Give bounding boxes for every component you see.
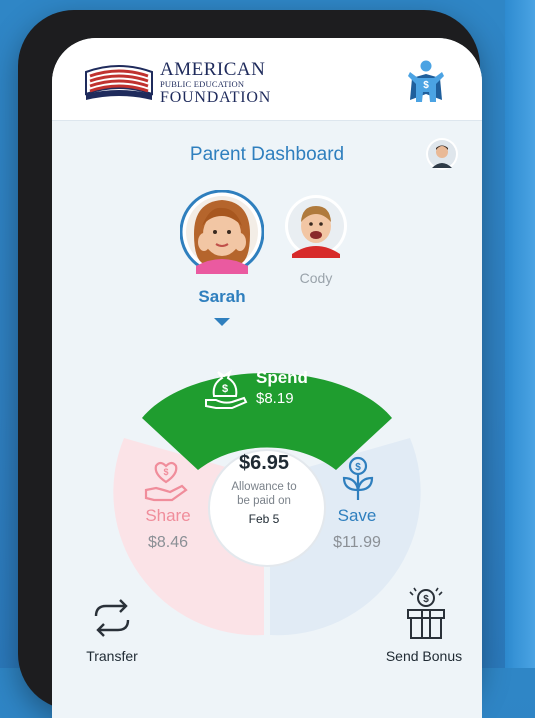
logo-line-3: FOUNDATION bbox=[160, 88, 272, 106]
selected-child-caret-icon bbox=[214, 318, 230, 326]
send-bonus-label[interactable]: Send Bonus bbox=[372, 648, 476, 664]
spend-label[interactable]: Spend bbox=[256, 368, 308, 388]
svg-text:$: $ bbox=[423, 594, 429, 605]
child-name-cody[interactable]: Cody bbox=[284, 270, 348, 286]
svg-text:$: $ bbox=[355, 462, 361, 473]
save-label[interactable]: Save bbox=[326, 506, 388, 526]
share-label[interactable]: Share bbox=[138, 506, 198, 526]
heart-hand-icon: $ bbox=[144, 461, 188, 502]
transfer-arrows-icon[interactable] bbox=[88, 594, 136, 642]
money-plant-icon: $ bbox=[342, 456, 374, 500]
allowance-note: Allowance to be paid on bbox=[220, 480, 308, 508]
child-avatar-sarah[interactable] bbox=[180, 190, 264, 274]
svg-text:$: $ bbox=[222, 383, 228, 395]
gift-box-icon[interactable]: $ bbox=[404, 586, 448, 642]
background-stripe bbox=[505, 0, 535, 668]
allowance-amount: $6.95 bbox=[238, 452, 290, 474]
app-screen: AMERICAN PUBLIC EDUCATION FOUNDATION $ P… bbox=[52, 38, 482, 718]
organization-logo-text: AMERICAN PUBLIC EDUCATION FOUNDATION bbox=[160, 60, 271, 106]
flag-book-logo-icon bbox=[85, 65, 153, 100]
allowance-date: Feb 5 bbox=[248, 512, 280, 526]
child-avatar-cody[interactable] bbox=[284, 194, 348, 258]
allowance-note-line-1: Allowance to bbox=[231, 481, 297, 493]
child-name-sarah[interactable]: Sarah bbox=[180, 287, 264, 307]
allowance-note-line-2: be paid on bbox=[237, 495, 291, 507]
svg-text:$: $ bbox=[163, 467, 168, 477]
superhero-icon[interactable]: $ bbox=[402, 58, 450, 106]
spend-amount: $8.19 bbox=[256, 390, 294, 407]
logo-line-2: PUBLIC EDUCATION bbox=[160, 79, 245, 89]
page-title: Parent Dashboard bbox=[189, 144, 345, 165]
parent-avatar[interactable] bbox=[426, 138, 458, 170]
logo-line-1: AMERICAN bbox=[160, 59, 266, 80]
svg-text:$: $ bbox=[423, 80, 429, 91]
app-header: AMERICAN PUBLIC EDUCATION FOUNDATION $ bbox=[52, 38, 482, 121]
transfer-label[interactable]: Transfer bbox=[68, 648, 156, 664]
save-amount: $11.99 bbox=[333, 534, 381, 551]
phone-frame: AMERICAN PUBLIC EDUCATION FOUNDATION $ P… bbox=[18, 10, 482, 718]
money-bag-hand-icon: $ bbox=[205, 369, 248, 409]
share-amount: $8.46 bbox=[147, 534, 189, 551]
